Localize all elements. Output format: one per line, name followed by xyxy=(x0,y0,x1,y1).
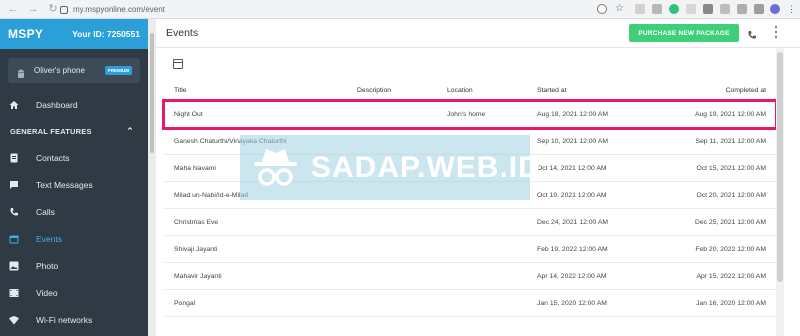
sidebar-item-text-messages[interactable]: Text Messages xyxy=(0,171,148,198)
event-started: Dec 24, 2021 12:00 AM xyxy=(537,218,609,226)
puzzle-icon[interactable] xyxy=(754,4,764,14)
event-completed: Aug 19, 2021 12:00 AM xyxy=(694,110,766,118)
page-title: Events xyxy=(166,27,199,39)
sidebar-item-label: Text Messages xyxy=(36,179,93,190)
sidebar-item-contacts[interactable]: Contacts xyxy=(0,144,148,171)
column-header[interactable]: Title xyxy=(174,87,187,94)
event-title: Milad un-Nabi/Id-e-Milad xyxy=(174,191,249,199)
event-title: Shivaji Jayanti xyxy=(174,245,218,253)
avatar[interactable] xyxy=(770,4,780,14)
url-text: my.mspyonline.com/event xyxy=(73,5,165,14)
event-title: Maha Navami xyxy=(174,164,216,172)
sidebar-item-label: Photo xyxy=(36,260,59,271)
more-options-icon[interactable] xyxy=(774,26,778,38)
event-completed: Apr 15, 2022 12:00 AM xyxy=(696,272,766,280)
event-started: Aug 18, 2021 12:00 AM xyxy=(537,110,609,118)
sidebar-item-video[interactable]: Video xyxy=(0,279,148,306)
table-row[interactable]: Pongal Jan 15, 2020 12:00 AM Jan 16, 202… xyxy=(164,290,776,317)
video-icon xyxy=(9,288,19,298)
user-id: Your ID: 7250551 xyxy=(72,29,140,39)
chat-icon xyxy=(9,180,19,190)
sidebar-item-calls[interactable]: Calls xyxy=(0,198,148,225)
event-completed: Jan 16, 2020 12:00 AM xyxy=(696,299,766,307)
event-completed: Dec 25, 2021 12:00 AM xyxy=(694,218,766,226)
event-started: Feb 19, 2022 12:00 AM xyxy=(537,245,608,253)
photo-icon xyxy=(9,261,19,271)
phone-icon xyxy=(9,207,19,217)
extension-icon[interactable] xyxy=(652,4,662,14)
event-completed: Oct 20, 2021 12:00 AM xyxy=(696,191,766,199)
spy-hat-icon xyxy=(248,140,303,195)
event-started: Sep 10, 2021 12:00 AM xyxy=(537,137,609,145)
section-label: GENERAL FEATURES xyxy=(10,126,92,136)
table-row[interactable]: Mahavir Jayanti Apr 14, 2022 12:00 AM Ap… xyxy=(164,263,776,290)
sidebar-item-label: Events xyxy=(36,233,62,244)
logo: MSPY xyxy=(8,27,44,41)
sidebar-item-wifi-networks[interactable]: Wi-Fi networks xyxy=(0,306,148,333)
sidebar-item-label: Calls xyxy=(36,206,55,217)
extension-icon[interactable] xyxy=(669,4,679,14)
bookmark-star-icon[interactable]: ☆ xyxy=(615,4,625,14)
event-title: Night Out xyxy=(174,110,203,118)
chevron-up-icon: ⌃ xyxy=(126,125,134,136)
table-row[interactable]: Christmas Eve Dec 24, 2021 12:00 AM Dec … xyxy=(164,209,776,236)
table-row[interactable]: Shivaji Jayanti Feb 19, 2022 12:00 AM Fe… xyxy=(164,236,776,263)
event-completed: Sep 11, 2021 12:00 AM xyxy=(695,137,766,145)
section-general-features[interactable]: GENERAL FEATURES ⌃ xyxy=(0,118,148,144)
sidebar-item-label: Wi-Fi networks xyxy=(36,314,93,325)
android-icon xyxy=(16,66,26,78)
table-row[interactable]: Night Out John's home Aug 18, 2021 12:00… xyxy=(162,99,778,130)
browser-menu-icon[interactable]: ⋮ xyxy=(787,4,797,14)
home-icon xyxy=(9,100,19,110)
content-scrollbar-thumb[interactable] xyxy=(777,52,783,282)
sidebar-item-label: Dashboard xyxy=(36,99,78,110)
sidebar-item-label: Contacts xyxy=(36,152,70,163)
device-selector[interactable]: Oliver's phone PREMIUM xyxy=(8,58,140,83)
reload-icon[interactable]: ↻ xyxy=(46,2,60,16)
extension-icon[interactable] xyxy=(703,4,713,14)
extension-icon[interactable] xyxy=(720,4,730,14)
wifi-icon xyxy=(9,315,19,325)
address-bar[interactable]: my.mspyonline.com/event xyxy=(60,2,590,17)
event-title: Christmas Eve xyxy=(174,218,219,226)
column-header[interactable]: Completed at xyxy=(726,87,766,94)
column-header[interactable]: Location xyxy=(447,87,473,94)
sidebar-item-label: Video xyxy=(36,287,58,298)
event-completed: Oct 15, 2021 12:00 AM xyxy=(696,164,766,172)
device-name: Oliver's phone xyxy=(34,66,85,75)
event-completed: Feb 20, 2022 12:00 AM xyxy=(695,245,766,253)
event-title: Mahavir Jayanti xyxy=(174,272,222,280)
purchase-button[interactable]: PURCHASE NEW PACKAGE xyxy=(629,24,739,42)
watermark: SADAP.WEB.ID xyxy=(240,135,540,200)
extension-icon[interactable] xyxy=(635,4,645,14)
contacts-icon xyxy=(9,153,19,163)
lock-icon xyxy=(60,5,68,14)
extension-icon[interactable] xyxy=(737,4,747,14)
calendar-icon[interactable] xyxy=(173,59,183,69)
event-started: Apr 14, 2022 12:00 AM xyxy=(537,272,607,280)
event-location: John's home xyxy=(447,110,486,118)
event-started: Jan 15, 2020 12:00 AM xyxy=(537,299,607,307)
sidebar-item-events[interactable]: Events xyxy=(0,225,148,252)
premium-badge: PREMIUM xyxy=(104,66,132,75)
browser-toolbar: ← → ↻ my.mspyonline.com/event ☆ ⋮ xyxy=(0,0,800,19)
back-icon[interactable]: ← xyxy=(6,2,20,16)
calendar-icon xyxy=(9,234,19,244)
sidebar-item-dashboard[interactable]: Dashboard xyxy=(0,91,148,118)
extension-icon[interactable] xyxy=(686,4,696,14)
watermark-text: SADAP.WEB.ID xyxy=(311,150,541,184)
table-header: Title Description Location Started at Co… xyxy=(164,81,776,101)
forward-icon[interactable]: → xyxy=(26,2,40,16)
phone-icon[interactable] xyxy=(747,27,757,39)
column-header[interactable]: Description xyxy=(357,87,391,94)
sidebar: MSPY Your ID: 7250551 Oliver's phone PRE… xyxy=(0,19,148,336)
sidebar-item-photo[interactable]: Photo xyxy=(0,252,148,279)
event-started: Oct 14, 2021 12:00 AM xyxy=(537,164,607,172)
event-started: Oct 19, 2021 12:00 AM xyxy=(537,191,607,199)
sidebar-header: MSPY Your ID: 7250551 xyxy=(0,19,148,49)
google-icon[interactable] xyxy=(597,4,607,14)
column-header[interactable]: Started at xyxy=(537,87,566,94)
event-title: Pongal xyxy=(174,299,196,307)
sidebar-scrollbar-thumb[interactable] xyxy=(150,33,154,153)
